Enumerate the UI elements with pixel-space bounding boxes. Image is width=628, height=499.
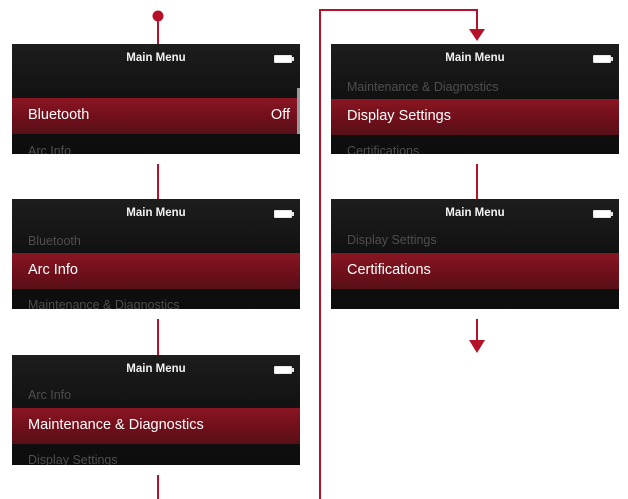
menu-item-selected[interactable]: Maintenance & Diagnostics — [12, 408, 300, 444]
menu-item-value: Off — [270, 107, 290, 123]
menu-item-selected[interactable]: Bluetooth Off — [12, 98, 300, 134]
battery-icon — [274, 55, 294, 63]
screen-title: Main Menu — [445, 52, 505, 64]
menu-item-selected[interactable]: Arc Info — [12, 253, 300, 289]
menu-screen-certifications: Main Menu Display Settings Certification… — [331, 199, 619, 309]
menu-screen-bluetooth: Main Menu Bluetooth Off Arc Info — [12, 44, 300, 154]
menu-item-label: Maintenance & Diagnostics — [28, 417, 204, 433]
screen-title: Main Menu — [445, 207, 505, 219]
arrowhead-down-top — [469, 29, 485, 41]
menu-item-selected[interactable]: Certifications — [331, 253, 619, 289]
menu-screen-maintenance: Main Menu Arc Info Maintenance & Diagnos… — [12, 355, 300, 465]
menu-item-below[interactable]: Certifications — [347, 144, 609, 154]
battery-icon — [593, 210, 613, 218]
scrollbar[interactable] — [297, 88, 300, 134]
menu-screen-arc-info: Main Menu Bluetooth Arc Info Maintenance… — [12, 199, 300, 309]
menu-item-above[interactable]: Bluetooth — [28, 234, 290, 250]
menu-item-above[interactable]: Maintenance & Diagnostics — [347, 80, 609, 96]
menu-item-above[interactable]: Display Settings — [347, 233, 609, 249]
menu-item-label: Bluetooth — [28, 107, 90, 123]
menu-item-label: Arc Info — [28, 262, 78, 278]
screen-title: Main Menu — [126, 207, 186, 219]
menu-item-selected[interactable]: Display Settings — [331, 99, 619, 135]
menu-item-label: Display Settings — [347, 108, 451, 124]
menu-item-below[interactable]: Maintenance & Diagnostics — [28, 298, 290, 309]
battery-icon — [274, 366, 294, 374]
screen-title: Main Menu — [126, 52, 186, 64]
menu-item-above[interactable]: Arc Info — [28, 388, 290, 404]
menu-item-below[interactable]: Display Settings — [28, 453, 290, 465]
menu-item-below[interactable]: Arc Info — [28, 144, 290, 154]
screen-title: Main Menu — [126, 363, 186, 375]
battery-icon — [593, 55, 613, 63]
menu-item-label: Certifications — [347, 262, 431, 278]
battery-icon — [274, 210, 294, 218]
menu-screen-display-settings: Main Menu Maintenance & Diagnostics Disp… — [331, 44, 619, 154]
arrowhead-down-bottom — [469, 340, 485, 353]
